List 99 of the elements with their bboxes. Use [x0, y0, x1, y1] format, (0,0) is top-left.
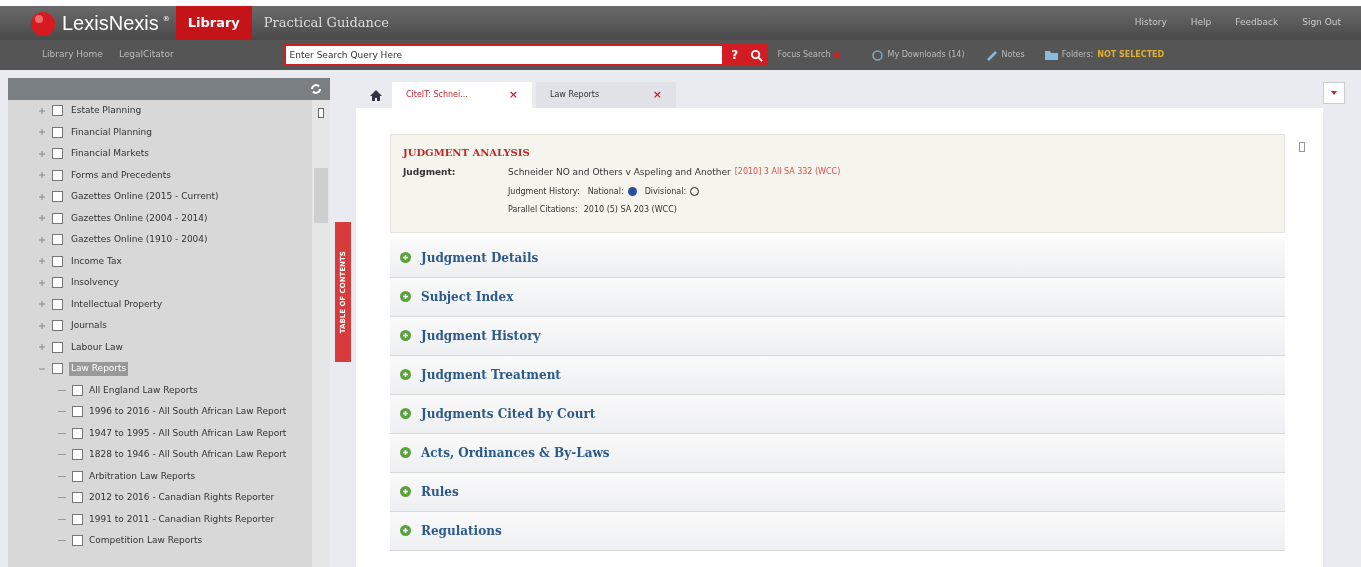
plus-icon — [400, 525, 411, 536]
home-icon — [370, 89, 382, 101]
tree-item[interactable]: Arbitration Law Reports — [89, 469, 196, 483]
checkbox[interactable] — [52, 169, 63, 181]
checkbox[interactable] — [52, 105, 63, 117]
caret-icon — [1331, 91, 1337, 95]
checkbox[interactable] — [72, 384, 83, 396]
plus-icon — [400, 291, 411, 302]
tree-item[interactable]: Gazettes Online (1910 - 2004) — [69, 233, 210, 247]
search-icon — [750, 48, 764, 62]
checkbox[interactable] — [52, 191, 63, 203]
bookmark-icon — [1299, 142, 1305, 152]
brand-name: LexisNexis — [62, 11, 159, 36]
checkbox[interactable] — [52, 126, 63, 138]
tree-item[interactable]: Financial Markets — [69, 147, 151, 161]
judgment-label: Judgment: — [403, 166, 457, 179]
checkbox[interactable] — [72, 427, 83, 439]
help-button[interactable]: ? — [723, 44, 746, 66]
plus-icon — [400, 330, 411, 341]
accordion-header[interactable]: Rules — [390, 472, 1285, 512]
checkbox[interactable] — [72, 470, 83, 482]
checkbox[interactable] — [72, 449, 83, 461]
tree-item[interactable]: Labour Law — [69, 340, 125, 354]
checkbox[interactable] — [52, 212, 63, 224]
tree-item[interactable]: 1996 to 2016 - All South African Law Report — [89, 405, 287, 419]
checkbox[interactable] — [52, 255, 63, 267]
tree-item[interactable]: Insolvency — [69, 276, 121, 290]
accordion-header[interactable]: Subject Index — [390, 277, 1285, 317]
citation-link[interactable]: [2010] 3 All SA 332 (WCC) — [734, 166, 841, 180]
plus-icon — [400, 486, 411, 497]
plus-icon — [400, 447, 411, 458]
dropdown-button[interactable] — [1323, 82, 1345, 104]
search-button[interactable] — [745, 44, 768, 66]
tree-item[interactable]: Financial Planning — [69, 125, 155, 139]
document-tab[interactable]: Law Reports × — [536, 82, 676, 108]
checkbox[interactable] — [52, 341, 63, 353]
search-field[interactable]: Enter Search Query Here — [283, 44, 724, 66]
product-tab[interactable]: Practical Guidance — [251, 6, 401, 40]
checkbox[interactable] — [52, 234, 63, 246]
plus-icon — [400, 252, 411, 263]
header-link[interactable]: Help — [1178, 16, 1224, 30]
parallel-citation: 2010 (5) SA 203 (WCC) — [583, 203, 677, 216]
header-link[interactable]: Sign Out — [1290, 16, 1353, 30]
accordion-header[interactable]: Acts, Ordinances & By-Laws — [390, 433, 1285, 473]
accordion-header[interactable]: Judgments Cited by Court — [390, 394, 1285, 434]
folders-label: Folders: — [1061, 49, 1094, 61]
case-name: Schneider NO and Others v Aspeling and Another — [508, 166, 731, 179]
tree-item[interactable]: 1991 to 2011 - Canadian Rights Reporter — [89, 512, 275, 526]
checkbox[interactable] — [72, 535, 83, 547]
checkbox[interactable] — [72, 492, 83, 504]
document-tab[interactable]: CiteIT: Schnei... × — [392, 82, 532, 108]
tree-item[interactable]: Estate Planning — [69, 104, 144, 118]
tree-item[interactable]: 1828 to 1946 - All South African Law Report — [89, 448, 287, 462]
history-label: Divisional: — [644, 185, 687, 198]
checkbox[interactable] — [52, 320, 63, 332]
folders-value: NOT SELECTED — [1097, 49, 1165, 61]
nav-link[interactable]: LegalCitator — [118, 48, 174, 62]
checkbox[interactable] — [52, 363, 63, 375]
tree-item[interactable]: Gazettes Online (2004 - 2014) — [69, 211, 210, 225]
tree-item[interactable]: Competition Law Reports — [89, 534, 203, 548]
focus-search-link[interactable]: Focus Search — [777, 49, 831, 61]
folder-icon — [1044, 50, 1058, 60]
pencil-icon — [986, 49, 998, 61]
accordion-header[interactable]: Judgment Treatment — [390, 355, 1285, 395]
tree-item[interactable]: Gazettes Online (2015 - Current) — [69, 190, 221, 204]
accordion-header[interactable]: Judgment Details — [390, 238, 1285, 278]
refresh-icon[interactable] — [310, 83, 322, 95]
tree-item[interactable]: Journals — [69, 319, 109, 333]
history-label: National: — [587, 185, 624, 198]
download-icon — [872, 49, 884, 61]
close-icon[interactable]: × — [508, 86, 518, 104]
panel-title: JUDGMENT ANALYSIS — [403, 146, 531, 160]
tree-item[interactable]: Forms and Precedents — [69, 168, 173, 182]
tab-label: CiteIT: Schnei... — [406, 89, 468, 101]
accordion-header[interactable]: Judgment History — [390, 316, 1285, 356]
parallel-label: Parallel Citations: — [508, 203, 578, 216]
header-link[interactable]: Feedback — [1223, 16, 1291, 30]
tree-item[interactable]: 1947 to 1995 - All South African Law Report — [89, 426, 287, 440]
header-link[interactable]: History — [1122, 16, 1179, 30]
nav-link[interactable]: Library Home — [42, 48, 103, 62]
bookmark-icon — [318, 108, 324, 118]
plus-icon — [400, 369, 411, 380]
history-label: Judgment History: — [508, 185, 580, 198]
tab-label: Law Reports — [550, 89, 600, 101]
checkbox[interactable] — [52, 148, 63, 160]
checkbox[interactable] — [52, 277, 63, 289]
checkbox[interactable] — [72, 406, 83, 418]
close-icon[interactable]: × — [652, 86, 662, 104]
tree-item[interactable]: Intellectual Property — [69, 297, 165, 311]
checkbox[interactable] — [52, 298, 63, 310]
product-tab[interactable]: Library — [175, 6, 252, 40]
tree-item[interactable]: Income Tax — [69, 254, 124, 268]
tree-item[interactable]: All England Law Reports — [89, 383, 198, 397]
downloads-link[interactable]: My Downloads (14) — [887, 49, 965, 61]
tree-item[interactable]: 2012 to 2016 - Canadian Rights Reporter — [89, 491, 275, 505]
plus-icon — [400, 408, 411, 419]
checkbox[interactable] — [72, 513, 83, 525]
notes-link[interactable]: Notes — [1001, 49, 1025, 61]
accordion-header[interactable]: Regulations — [390, 511, 1285, 551]
